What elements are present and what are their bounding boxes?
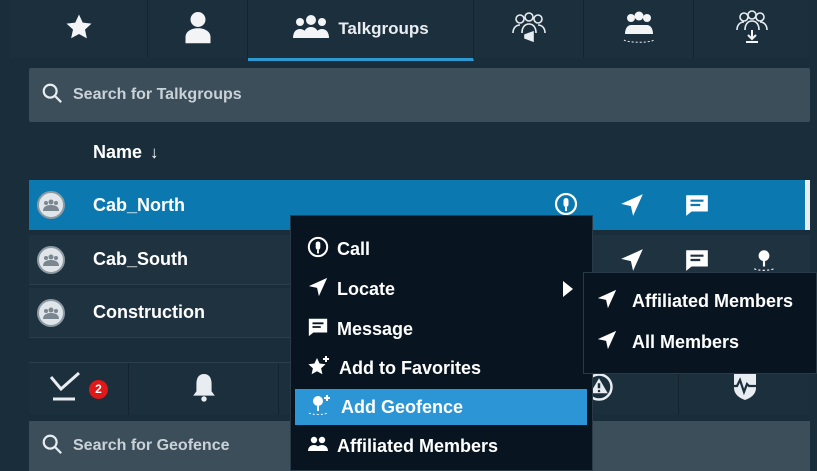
talkgroup-name: Construction — [93, 302, 205, 322]
menu-item-label: Affiliated Members — [337, 435, 499, 456]
column-header-label: Name — [93, 142, 143, 162]
talkgroup-avatar-icon — [37, 245, 65, 274]
star-plus-icon — [307, 354, 331, 383]
search-icon — [41, 433, 63, 460]
group-download-icon — [734, 9, 770, 49]
members-icon — [307, 434, 329, 459]
submenu-item-affiliated-members[interactable]: Affiliated Members — [596, 284, 793, 318]
submenu-item-label: All Members — [632, 331, 740, 352]
message-icon — [307, 316, 329, 343]
geofence-add-icon — [307, 393, 333, 422]
geofence-search-input[interactable]: Search for Geofence — [73, 437, 230, 455]
bell-icon — [191, 371, 217, 408]
submenu-item-all-members[interactable]: All Members — [596, 325, 739, 359]
tab-talkgroups[interactable]: Talkgroups — [248, 0, 474, 61]
locate-arrow-icon — [596, 288, 618, 315]
submenu-item-label: Affiliated Members — [632, 290, 794, 311]
tab-contacts[interactable] — [148, 0, 248, 58]
inbox-count-badge: 2 — [89, 379, 108, 399]
heartbeat-shield-icon — [728, 372, 762, 407]
menu-item-label: Message — [337, 318, 414, 339]
locate-arrow-icon — [307, 276, 329, 303]
locate-arrow-icon — [596, 329, 618, 356]
tab-bar: Talkgroups — [10, 0, 810, 62]
menu-item-add-geofence[interactable]: Add Geofence — [295, 389, 587, 425]
sort-descending-icon: ↓ — [150, 142, 159, 162]
check-inbox-icon — [49, 371, 83, 408]
menu-item-label: Locate — [337, 278, 396, 299]
menu-item-locate[interactable]: Locate — [295, 271, 587, 307]
context-menu: Call Locate Message Add to Favorites Add… — [290, 215, 593, 471]
locate-arrow-icon[interactable] — [619, 192, 645, 223]
menu-item-add-to-favorites[interactable]: Add to Favorites — [295, 350, 587, 386]
locate-submenu: Affiliated Members All Members — [583, 272, 817, 374]
menu-item-call[interactable]: Call — [295, 231, 587, 267]
tab-broadcast-groups[interactable] — [474, 0, 584, 58]
star-icon — [63, 12, 95, 47]
menu-item-label: Add Geofence — [341, 396, 464, 417]
tab-alerts[interactable] — [129, 363, 279, 415]
message-icon[interactable] — [684, 192, 710, 223]
talkgroup-avatar-icon — [37, 191, 65, 219]
talkgroup-avatar-icon — [37, 298, 65, 327]
talkgroup-name: Cab_South — [93, 249, 189, 269]
ptt-call-icon — [307, 236, 329, 263]
menu-item-message[interactable]: Message — [295, 311, 587, 347]
tab-favorites[interactable] — [10, 0, 148, 58]
talkgroup-name: Cab_North — [93, 194, 186, 215]
name-column-header[interactable]: Name ↓ — [93, 142, 159, 163]
talkgroup-search-bar[interactable]: Search for Talkgroups — [29, 68, 810, 122]
menu-item-label: Call — [337, 238, 371, 259]
tab-dispatch-groups[interactable] — [584, 0, 694, 58]
person-icon — [183, 10, 213, 49]
menu-item-affiliated-members[interactable]: Affiliated Members — [295, 428, 587, 464]
talkgroup-icon — [292, 14, 330, 45]
search-icon — [41, 82, 63, 109]
tab-talkgroups-label: Talkgroups — [338, 19, 429, 38]
search-input[interactable]: Search for Talkgroups — [73, 86, 242, 104]
tab-download-groups[interactable] — [694, 0, 810, 58]
group-dispatch-icon — [621, 10, 657, 49]
group-broadcast-icon — [511, 11, 547, 48]
submenu-arrow-icon — [563, 281, 573, 297]
tab-inbox[interactable]: 2 — [29, 363, 129, 415]
menu-item-label: Add to Favorites — [339, 357, 482, 378]
